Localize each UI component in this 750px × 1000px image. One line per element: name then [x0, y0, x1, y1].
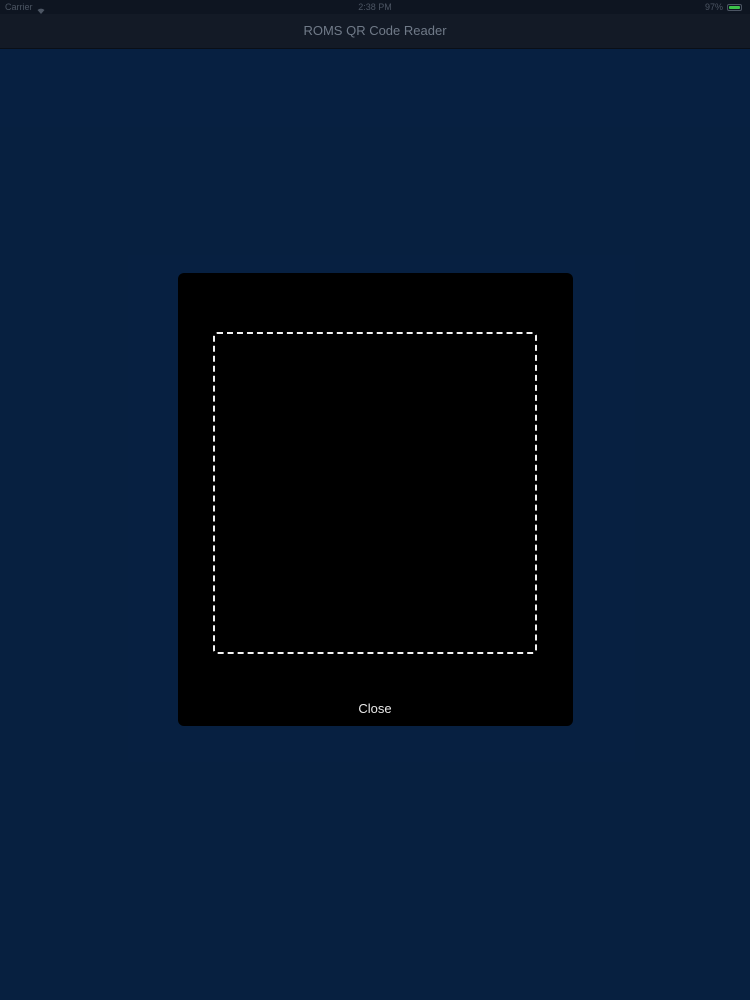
battery-icon [727, 3, 742, 11]
status-time: 2:38 PM [358, 2, 392, 12]
scan-frame [213, 332, 537, 654]
page-title: ROMS QR Code Reader [303, 23, 447, 38]
close-button[interactable]: Close [325, 695, 425, 723]
battery-percent: 97% [704, 2, 723, 12]
qr-scanner-modal: Close [178, 273, 573, 726]
status-bar: Carrier 2:38 PM 97% [0, 0, 750, 14]
battery-fill [729, 5, 740, 9]
navigation-bar: ROMS QR Code Reader [0, 14, 750, 49]
status-right: 97% [705, 0, 742, 14]
